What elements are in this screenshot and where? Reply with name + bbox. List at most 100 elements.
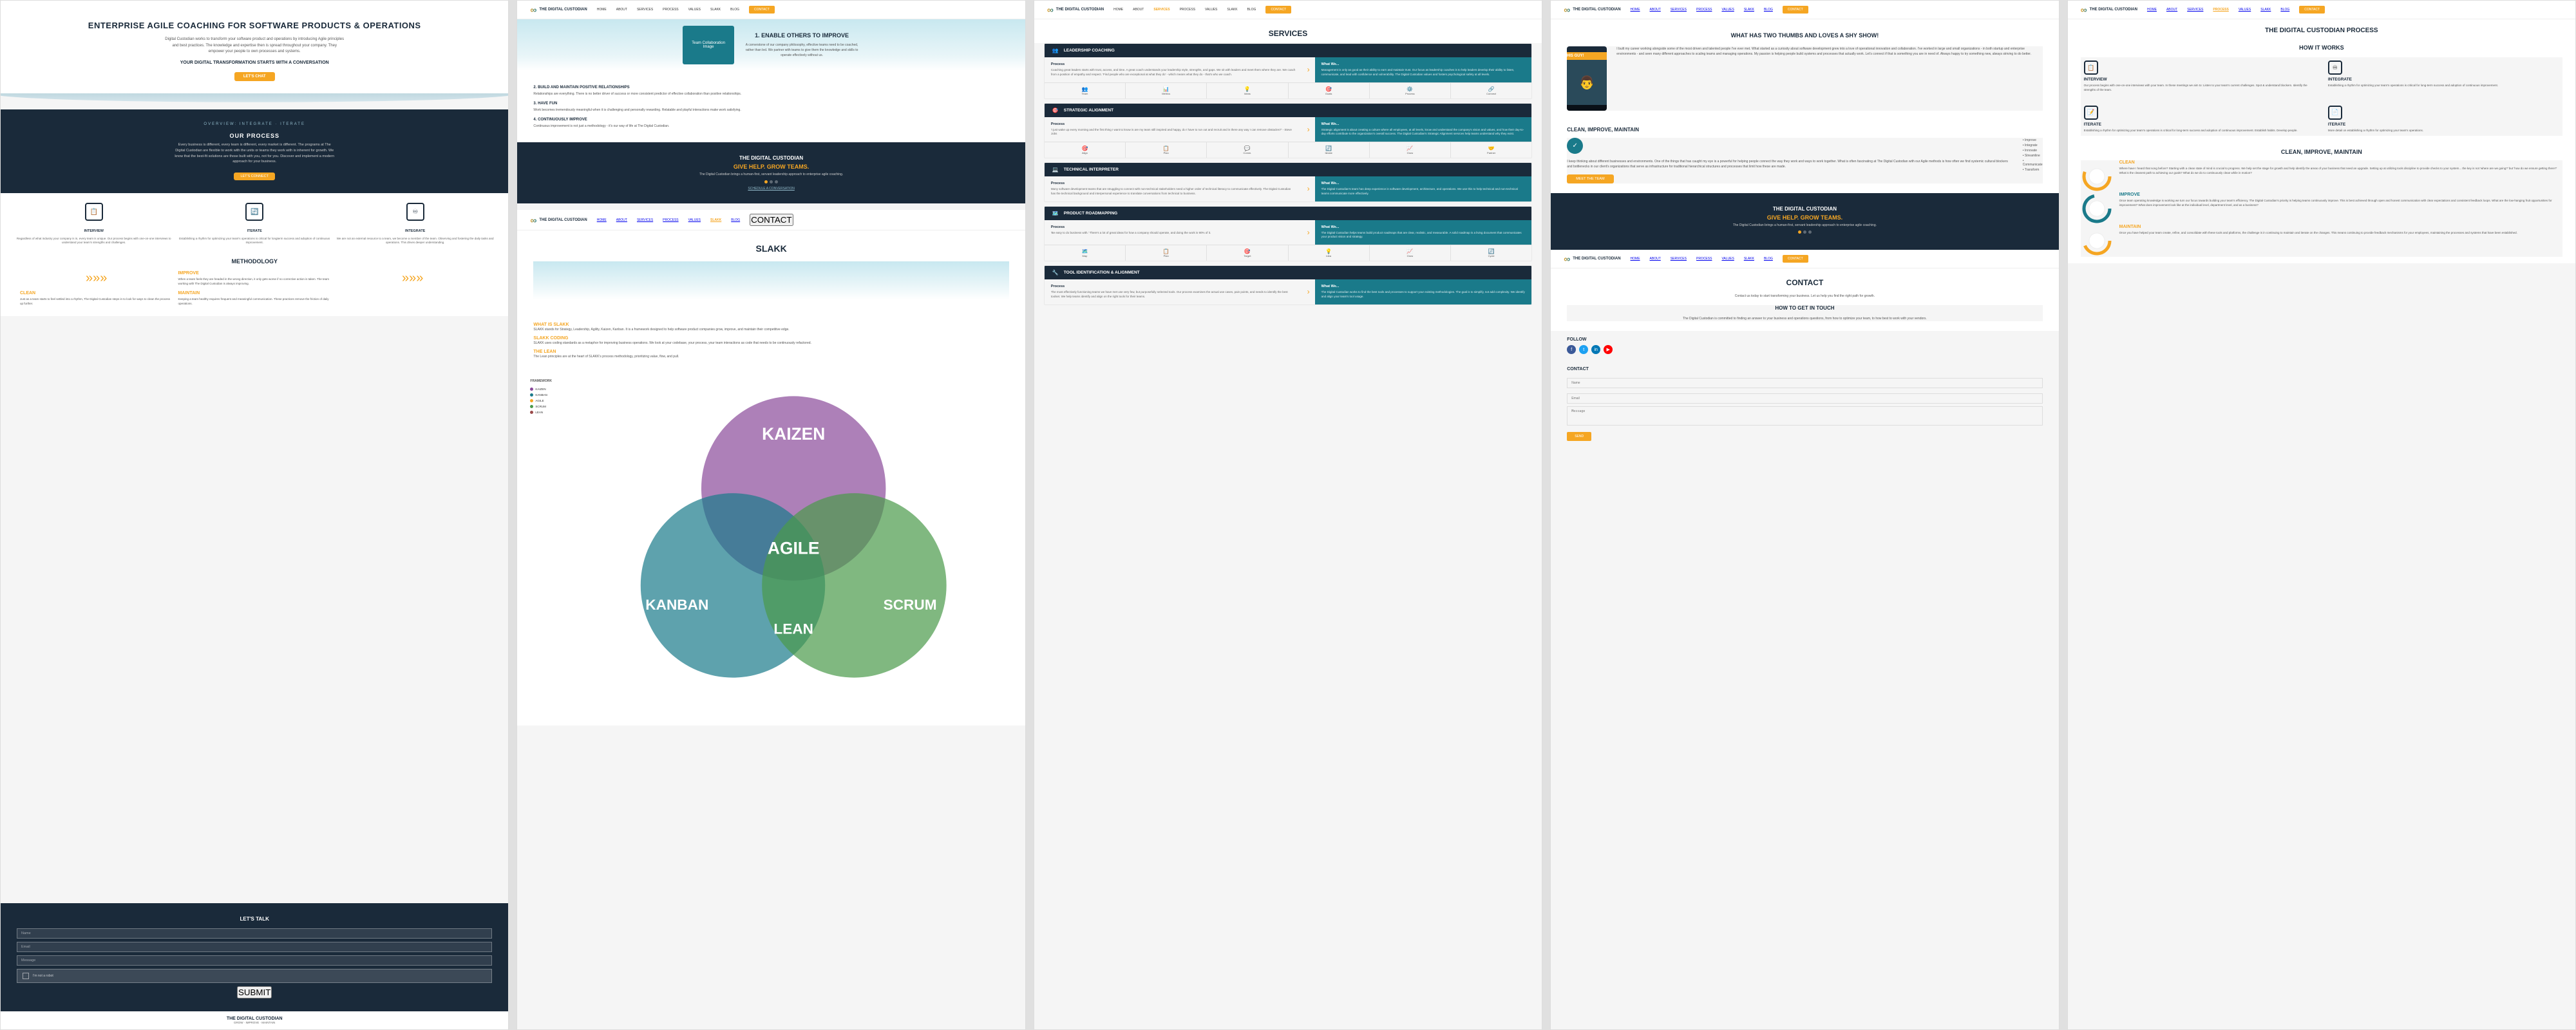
step-interview-label: INTERVIEW (2084, 77, 2315, 82)
panel-1: ENTERPRISE AGILE COACHING FOR SOFTWARE P… (0, 0, 509, 1030)
roadmap-header: 🗺️ PRODUCT ROADMAPPING (1045, 207, 1531, 220)
nav-slakk-p5[interactable]: SLAKK (2260, 8, 2271, 12)
facebook-icon[interactable]: f (1567, 345, 1576, 354)
nav-about-p3[interactable]: ABOUT (1133, 8, 1144, 12)
nav-home-p3[interactable]: HOME (1113, 8, 1123, 12)
nav-values[interactable]: VALUES (688, 8, 701, 12)
form-name-row (17, 928, 492, 939)
hero-cta-button[interactable]: LET'S CHAT (234, 72, 275, 81)
step-iterate-2-icon: 📄 (2328, 106, 2342, 120)
gap-1 (509, 0, 516, 1030)
contact-email-input[interactable] (1567, 393, 2042, 404)
dark-cta-p2: THE DIGITAL CUSTODIAN GIVE HELP. GROW TE… (517, 142, 1025, 203)
step-integrate: ♾ INTEGRATE Establishing a rhythm for op… (2325, 57, 2562, 96)
name-input[interactable] (17, 928, 492, 939)
nav2-blog[interactable]: BLOG (731, 218, 740, 222)
dot-p4-1[interactable] (1798, 230, 1801, 234)
nav-home[interactable]: HOME (597, 8, 607, 12)
roadmap-body: Process 'Be easy to do business with.' T… (1045, 220, 1531, 245)
process-subtitle: OVERVIEW: INTEGRATE · ITERATE (20, 122, 489, 126)
nav-process-p3[interactable]: PROCESS (1180, 8, 1195, 12)
nav-slakk-p3[interactable]: SLAKK (1227, 8, 1237, 12)
nav-process[interactable]: PROCESS (663, 8, 678, 12)
nav2-slakk-p4[interactable]: SLAKK (1744, 257, 1754, 261)
captcha-checkbox[interactable] (23, 973, 29, 979)
steps-grid: 📋 INTERVIEW Our process begins with one-… (2081, 57, 2562, 136)
nav-services[interactable]: SERVICES (637, 8, 653, 12)
nav2-values-p4[interactable]: VALUES (1721, 257, 1734, 261)
youtube-icon[interactable]: ▶ (1604, 345, 1613, 354)
contact-form-p4: CONTACT SEND (1551, 360, 2058, 447)
nav-home-p4[interactable]: HOME (1631, 8, 1640, 12)
si-2: 📊Metrics (1126, 83, 1207, 98)
nav2-services-p4[interactable]: SERVICES (1671, 257, 1687, 261)
dot-p4-2[interactable] (1803, 230, 1806, 234)
nav-values-p4[interactable]: VALUES (1721, 8, 1734, 12)
nav-contact-button-p2[interactable]: CONTACT (749, 6, 775, 14)
dots-p4 (1564, 230, 2045, 234)
technical-left: Process Many software development teams … (1045, 176, 1302, 201)
process-step-iterate: 🔄 ITERATE Establishing a rhythm for opti… (174, 203, 334, 245)
nav-cta-p5[interactable]: CONTACT (2299, 6, 2325, 14)
schedule-link[interactable]: SCHEDULE A CONVERSATION (530, 187, 1012, 191)
nav-about[interactable]: ABOUT (616, 8, 627, 12)
process-cta-button[interactable]: LET'S CONNECT (234, 173, 275, 180)
nav2-values[interactable]: VALUES (688, 218, 701, 222)
strategic-icons: 🎯Align 📋Plan 💬Comm. 🔄Iterate 📈Grow 🤝Part… (1045, 142, 1531, 158)
nav-blog-p3[interactable]: BLOG (1247, 8, 1256, 12)
dot-3[interactable] (775, 180, 778, 183)
strategic-what-label: What We... (1321, 122, 1526, 126)
nav-about-p5[interactable]: ABOUT (2166, 8, 2177, 12)
nav2-home-p4[interactable]: HOME (1631, 257, 1640, 261)
nav-services-p4[interactable]: SERVICES (1671, 8, 1687, 12)
nav-services-p5[interactable]: SERVICES (2187, 8, 2203, 12)
nav-blog-p4[interactable]: BLOG (1764, 8, 1773, 12)
nav-cta-p3[interactable]: CONTACT (1265, 6, 1291, 14)
nav2-blog-p4[interactable]: BLOG (1764, 257, 1773, 261)
contact-submit-button[interactable]: SEND (1567, 432, 1591, 441)
rm-5: 📈Grow (1370, 245, 1451, 261)
this-guy-badge: THIS GUY! (1567, 52, 1607, 60)
nav-slakk[interactable]: SLAKK (710, 8, 721, 12)
nav2-services[interactable]: SERVICES (637, 218, 653, 222)
step-integrate-label: INTEGRATE (2328, 77, 2559, 82)
nav2-process-p4[interactable]: PROCESS (1696, 257, 1712, 261)
email-input[interactable] (17, 942, 492, 952)
submit-button[interactable]: SUBMIT (237, 986, 272, 998)
nav-services-active-p3[interactable]: SERVICES (1153, 8, 1170, 12)
nav-about-p4[interactable]: ABOUT (1650, 8, 1661, 12)
leadership-header: 👥 LEADERSHIP COACHING (1045, 44, 1531, 57)
nav-process-p4[interactable]: PROCESS (1696, 8, 1712, 12)
linkedin-icon[interactable]: in (1591, 345, 1600, 354)
nav2-contact-button[interactable]: CONTACT (750, 214, 793, 226)
dot-p4-3[interactable] (1808, 230, 1812, 234)
contact-name-input[interactable] (1567, 378, 2042, 388)
nav-blog-p5[interactable]: BLOG (2280, 8, 2289, 12)
nav-process-active-p5[interactable]: PROCESS (2213, 8, 2228, 12)
nav2-home[interactable]: HOME (597, 218, 607, 222)
message-input[interactable] (17, 955, 492, 966)
nav2-slakk-active[interactable]: SLAKK (710, 218, 721, 222)
clean-desc: Just as a team starts to feel settled in… (20, 297, 173, 306)
clean-list: Improve Integrate Innovate Streamline Co… (2023, 138, 2043, 173)
nav2-process[interactable]: PROCESS (663, 218, 678, 222)
nav-cta-p4[interactable]: CONTACT (1783, 6, 1808, 14)
contact-intro: Contact us today to start transforming y… (1567, 294, 2042, 299)
form-title: LET'S TALK (17, 916, 492, 922)
nav-blog[interactable]: BLOG (730, 8, 739, 12)
process-title: OUR PROCESS (20, 133, 489, 139)
venn-label-header: FRAMEWORK (530, 379, 575, 383)
nav-values-p5[interactable]: VALUES (2239, 8, 2251, 12)
nav2-cta-p4[interactable]: CONTACT (1783, 255, 1808, 263)
dot-1[interactable] (764, 180, 768, 183)
nav-values-p3[interactable]: VALUES (1205, 8, 1217, 12)
si-5-label: Process (1371, 92, 1449, 95)
twitter-icon[interactable]: t (1579, 345, 1588, 354)
meet-team-button[interactable]: MEET THE TEAM (1567, 174, 1613, 183)
nav2-about[interactable]: ABOUT (616, 218, 627, 222)
nav-slakk-p4[interactable]: SLAKK (1744, 8, 1754, 12)
nav2-about-p4[interactable]: ABOUT (1650, 257, 1661, 261)
dot-2[interactable] (770, 180, 773, 183)
nav-home-p5[interactable]: HOME (2147, 8, 2157, 12)
contact-message-input[interactable] (1567, 406, 2042, 426)
